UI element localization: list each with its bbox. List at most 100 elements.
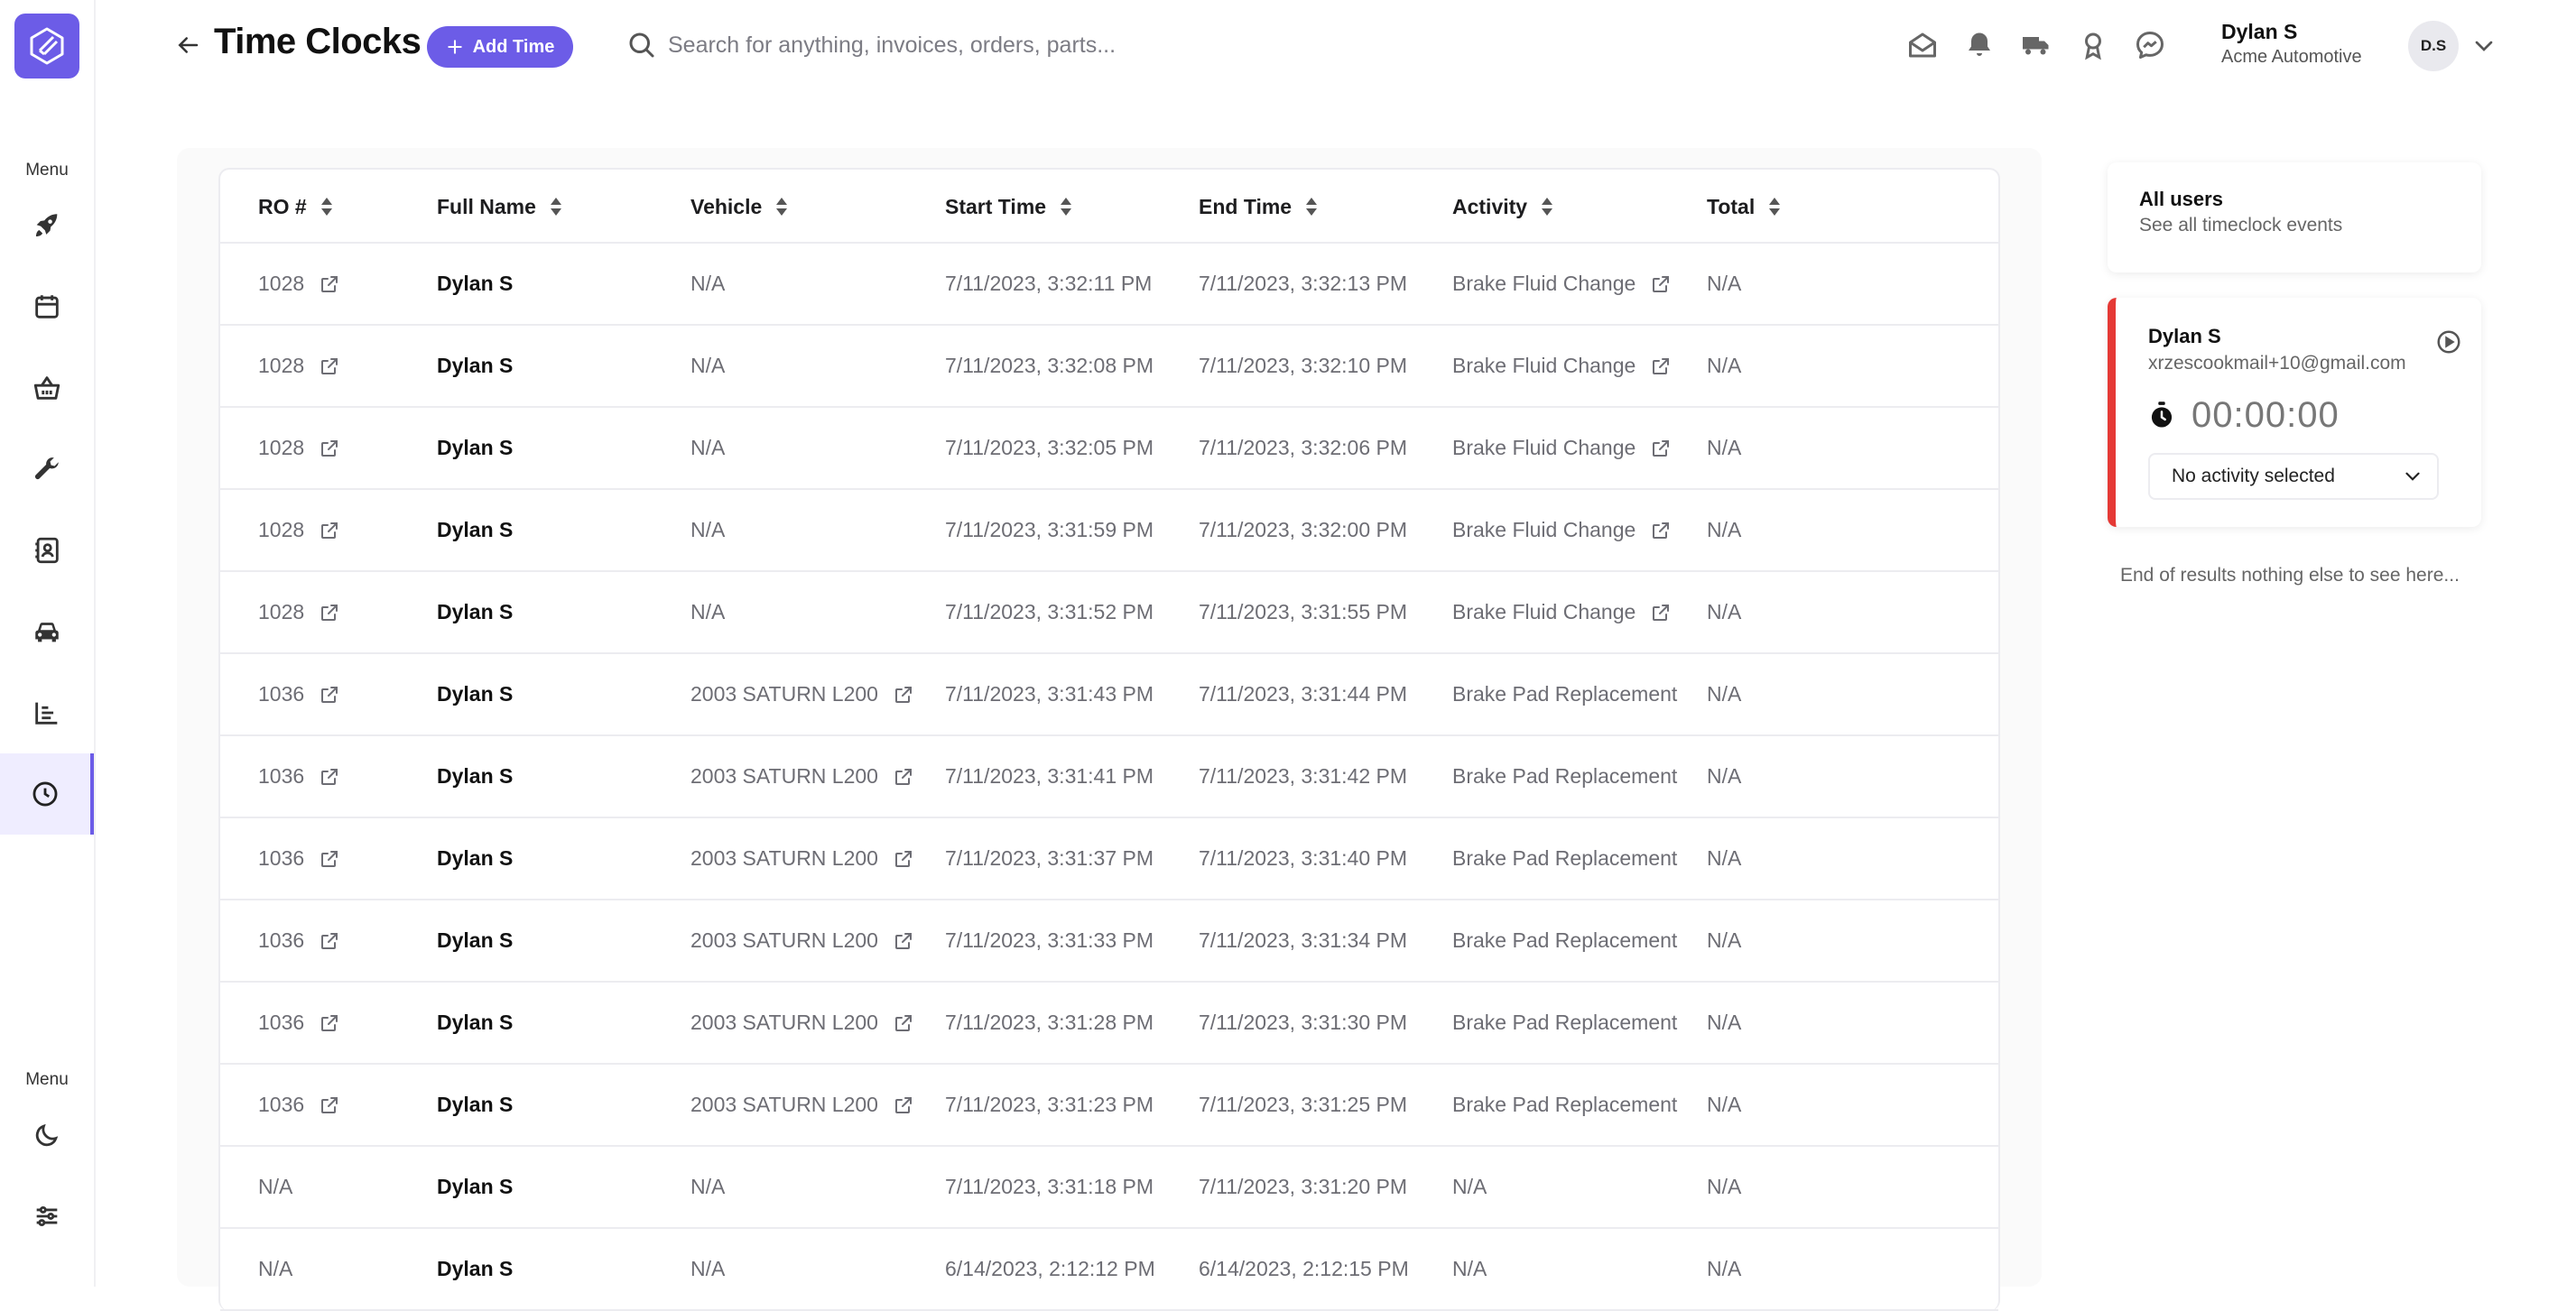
end-time-cell: 6/14/2023, 2:12:15 PM xyxy=(1199,1257,1409,1280)
settings-button[interactable] xyxy=(0,1176,94,1257)
full-name-cell: Dylan S xyxy=(437,1257,514,1280)
sort-icon xyxy=(1769,198,1781,216)
back-button[interactable] xyxy=(170,27,206,63)
table-row[interactable]: 1036 Dylan S 2003 SATURN L200 7/11/2023, 3:… xyxy=(220,1065,1998,1147)
table-row[interactable]: 1028 Dylan S N/A 7/11/2023, 3:32:05 PM 7/11/… xyxy=(220,408,1998,490)
activity-text: Brake Pad Replacement xyxy=(1452,1011,1678,1034)
activity-cell: Brake Fluid Change xyxy=(1452,244,1687,324)
external-link-icon[interactable] xyxy=(319,930,340,952)
full-name-cell: Dylan S xyxy=(437,272,514,295)
col-vehicle-header[interactable]: Vehicle xyxy=(690,170,789,244)
vehicle-cell: 2003 SATURN L200 xyxy=(690,1065,934,1145)
external-link-icon[interactable] xyxy=(893,848,914,870)
col-name-label: Full Name xyxy=(437,194,536,218)
sidebar: Menu Menu xyxy=(0,0,96,1287)
add-time-button[interactable]: Add Time xyxy=(427,26,573,68)
external-link-icon[interactable] xyxy=(319,355,340,377)
external-link-icon[interactable] xyxy=(1650,602,1672,623)
table-row[interactable]: N/A Dylan S N/A 7/11/2023, 3:31:18 PM 7/11/2… xyxy=(220,1147,1998,1229)
activity-text: Brake Pad Replacement xyxy=(1452,846,1678,870)
external-link-icon[interactable] xyxy=(893,930,914,952)
avatar[interactable]: D.S xyxy=(2408,21,2459,71)
external-link-icon[interactable] xyxy=(319,1012,340,1034)
external-link-icon[interactable] xyxy=(1650,520,1672,541)
activity-cell: Brake Fluid Change xyxy=(1452,326,1687,406)
end-time-cell: 7/11/2023, 3:31:30 PM xyxy=(1199,1011,1408,1034)
sidebar-item-time-clocks[interactable] xyxy=(0,753,94,835)
ro-number: 1028 xyxy=(258,272,305,295)
table-row[interactable]: 1028 Dylan S N/A 7/11/2023, 3:32:11 PM 7/11/… xyxy=(220,244,1998,326)
table-row[interactable]: 1036 Dylan S 2003 SATURN L200 7/11/2023, 3:… xyxy=(220,818,1998,900)
table-row[interactable]: N/A Dylan S N/A 6/14/2023, 2:12:12 PM 6/14/2… xyxy=(220,1229,1998,1311)
external-link-icon[interactable] xyxy=(893,684,914,706)
chevron-down-icon[interactable] xyxy=(2469,32,2498,60)
start-time-cell: 7/11/2023, 3:31:59 PM xyxy=(945,518,1154,541)
table-row[interactable]: 1028 Dylan S N/A 7/11/2023, 3:31:52 PM 7/11/… xyxy=(220,572,1998,654)
external-link-icon[interactable] xyxy=(1650,438,1672,459)
vehicle-cell: 2003 SATURN L200 xyxy=(690,654,934,734)
award-icon[interactable] xyxy=(2077,29,2109,61)
table-row[interactable]: 1028 Dylan S N/A 7/11/2023, 3:31:59 PM 7/11/… xyxy=(220,490,1998,572)
external-link-icon[interactable] xyxy=(893,1012,914,1034)
external-link-icon[interactable] xyxy=(893,766,914,788)
sidebar-item-contacts[interactable] xyxy=(0,510,94,591)
chevron-down-icon xyxy=(2405,472,2420,481)
truck-icon[interactable] xyxy=(2020,29,2052,61)
ro-number: 1036 xyxy=(258,1011,305,1034)
sidebar-item-reports[interactable] xyxy=(0,672,94,753)
start-time-cell: 7/11/2023, 3:31:41 PM xyxy=(945,764,1154,788)
search-input[interactable] xyxy=(668,23,1300,67)
vehicle-text: 2003 SATURN L200 xyxy=(690,1093,878,1116)
user-company: Acme Automotive xyxy=(2221,47,2362,67)
external-link-icon[interactable] xyxy=(319,602,340,623)
sidebar-item-dashboard[interactable] xyxy=(0,185,94,266)
full-name-cell: Dylan S xyxy=(437,354,514,377)
messenger-icon[interactable] xyxy=(2134,29,2166,61)
wrench-icon xyxy=(34,457,59,480)
table-row[interactable]: 1036 Dylan S 2003 SATURN L200 7/11/2023, 3:… xyxy=(220,654,1998,736)
sidebar-item-calendar[interactable] xyxy=(0,266,94,347)
col-total-header[interactable]: Total xyxy=(1707,170,1782,244)
ro-number: 1036 xyxy=(258,1093,305,1116)
bell-icon[interactable] xyxy=(1963,29,1996,61)
vehicle-cell: 2003 SATURN L200 xyxy=(690,818,934,899)
calendar-icon xyxy=(35,295,59,319)
sidebar-item-services[interactable] xyxy=(0,429,94,510)
all-users-title: All users xyxy=(2139,188,2223,210)
all-users-card[interactable]: All users See all timeclock events xyxy=(2108,162,2481,272)
table-row[interactable]: 1036 Dylan S 2003 SATURN L200 7/11/2023, 3:… xyxy=(220,736,1998,818)
external-link-icon[interactable] xyxy=(319,520,340,541)
col-name-header[interactable]: Full Name xyxy=(437,170,563,244)
col-start-header[interactable]: Start Time xyxy=(945,170,1073,244)
full-name-cell: Dylan S xyxy=(437,436,514,459)
activity-cell: Brake Pad Replacement xyxy=(1452,983,1687,1063)
app-logo[interactable] xyxy=(14,14,79,78)
sidebar-item-orders[interactable] xyxy=(0,347,94,429)
sidebar-item-vehicles[interactable] xyxy=(0,591,94,672)
external-link-icon[interactable] xyxy=(319,848,340,870)
vehicle-text: 2003 SATURN L200 xyxy=(690,846,878,870)
activity-text: Brake Fluid Change xyxy=(1452,354,1636,377)
col-activity-header[interactable]: Activity xyxy=(1452,170,1554,244)
col-ro-header[interactable]: RO # xyxy=(258,170,334,244)
external-link-icon[interactable] xyxy=(319,1094,340,1116)
mail-icon[interactable] xyxy=(1906,29,1939,61)
table-row[interactable]: 1036 Dylan S 2003 SATURN L200 7/11/2023, 3:… xyxy=(220,983,1998,1065)
sort-icon xyxy=(776,198,788,216)
dark-mode-toggle[interactable] xyxy=(0,1094,94,1176)
ro-number: 1036 xyxy=(258,764,305,788)
external-link-icon[interactable] xyxy=(319,273,340,295)
play-icon[interactable] xyxy=(2435,328,2462,355)
external-link-icon[interactable] xyxy=(319,684,340,706)
external-link-icon[interactable] xyxy=(319,766,340,788)
table-row[interactable]: 1028 Dylan S N/A 7/11/2023, 3:32:08 PM 7/11/… xyxy=(220,326,1998,408)
ro-number: 1036 xyxy=(258,682,305,706)
vehicle-cell: N/A xyxy=(690,490,934,570)
external-link-icon[interactable] xyxy=(893,1094,914,1116)
external-link-icon[interactable] xyxy=(319,438,340,459)
external-link-icon[interactable] xyxy=(1650,273,1672,295)
col-end-header[interactable]: End Time xyxy=(1199,170,1319,244)
external-link-icon[interactable] xyxy=(1650,355,1672,377)
table-row[interactable]: 1036 Dylan S 2003 SATURN L200 7/11/2023, 3:… xyxy=(220,900,1998,983)
activity-select[interactable]: No activity selected xyxy=(2148,453,2439,500)
